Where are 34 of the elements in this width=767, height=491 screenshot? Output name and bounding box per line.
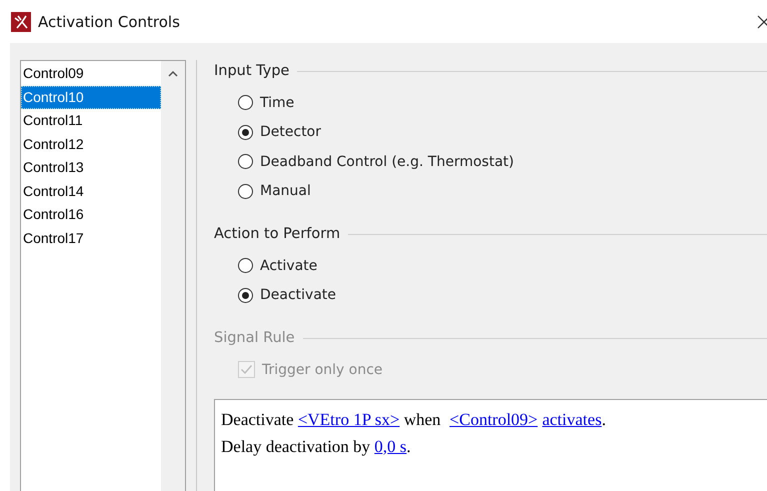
rule-sentence: Deactivate <VEtro 1P sx> when <Control09> activates. bbox=[221, 408, 607, 430]
list-item[interactable]: Control12 bbox=[21, 132, 161, 156]
close-icon[interactable] bbox=[757, 15, 767, 29]
scroll-up-icon[interactable] bbox=[168, 70, 178, 77]
list-item[interactable]: Control11 bbox=[21, 109, 161, 132]
list-item[interactable]: Control17 bbox=[21, 226, 161, 250]
group-title: Action to Perform bbox=[214, 226, 340, 242]
scrollbar[interactable] bbox=[161, 61, 185, 491]
window-title: Activation Controls bbox=[38, 12, 180, 30]
radio-label[interactable]: Manual bbox=[260, 183, 311, 200]
radio-label[interactable]: Deactivate bbox=[260, 287, 336, 304]
rule-link[interactable]: 0,0 s bbox=[374, 436, 407, 456]
radio-label[interactable]: Time bbox=[260, 94, 294, 111]
group-title: Signal Rule bbox=[214, 330, 295, 346]
app-logo-icon bbox=[11, 12, 31, 32]
list-item[interactable]: Control13 bbox=[21, 156, 161, 180]
rule-link[interactable]: <Control09> bbox=[450, 410, 538, 428]
radio-label[interactable]: Activate bbox=[260, 258, 318, 274]
list-item[interactable]: Control09 bbox=[21, 62, 161, 86]
list-item[interactable]: Control10 bbox=[21, 86, 161, 109]
radio-button[interactable] bbox=[238, 154, 253, 170]
radio-button[interactable] bbox=[238, 184, 253, 199]
list-item[interactable]: Control16 bbox=[21, 203, 161, 226]
radio-button[interactable] bbox=[238, 124, 253, 140]
radio-button[interactable] bbox=[238, 288, 253, 303]
rule-link[interactable]: activates bbox=[542, 410, 602, 428]
radio-button[interactable] bbox=[238, 258, 253, 274]
group-title: Input Type bbox=[214, 63, 290, 79]
radio-button[interactable] bbox=[238, 95, 253, 110]
radio-label[interactable]: Detector bbox=[260, 124, 322, 140]
rule-sentence: Delay deactivation by 0,0 s. bbox=[221, 436, 412, 458]
list-item[interactable]: Control14 bbox=[21, 180, 161, 203]
rule-link[interactable]: <VEtro 1P sx> bbox=[298, 410, 400, 428]
radio-label[interactable]: Deadband Control (e.g. Thermostat) bbox=[260, 154, 514, 170]
